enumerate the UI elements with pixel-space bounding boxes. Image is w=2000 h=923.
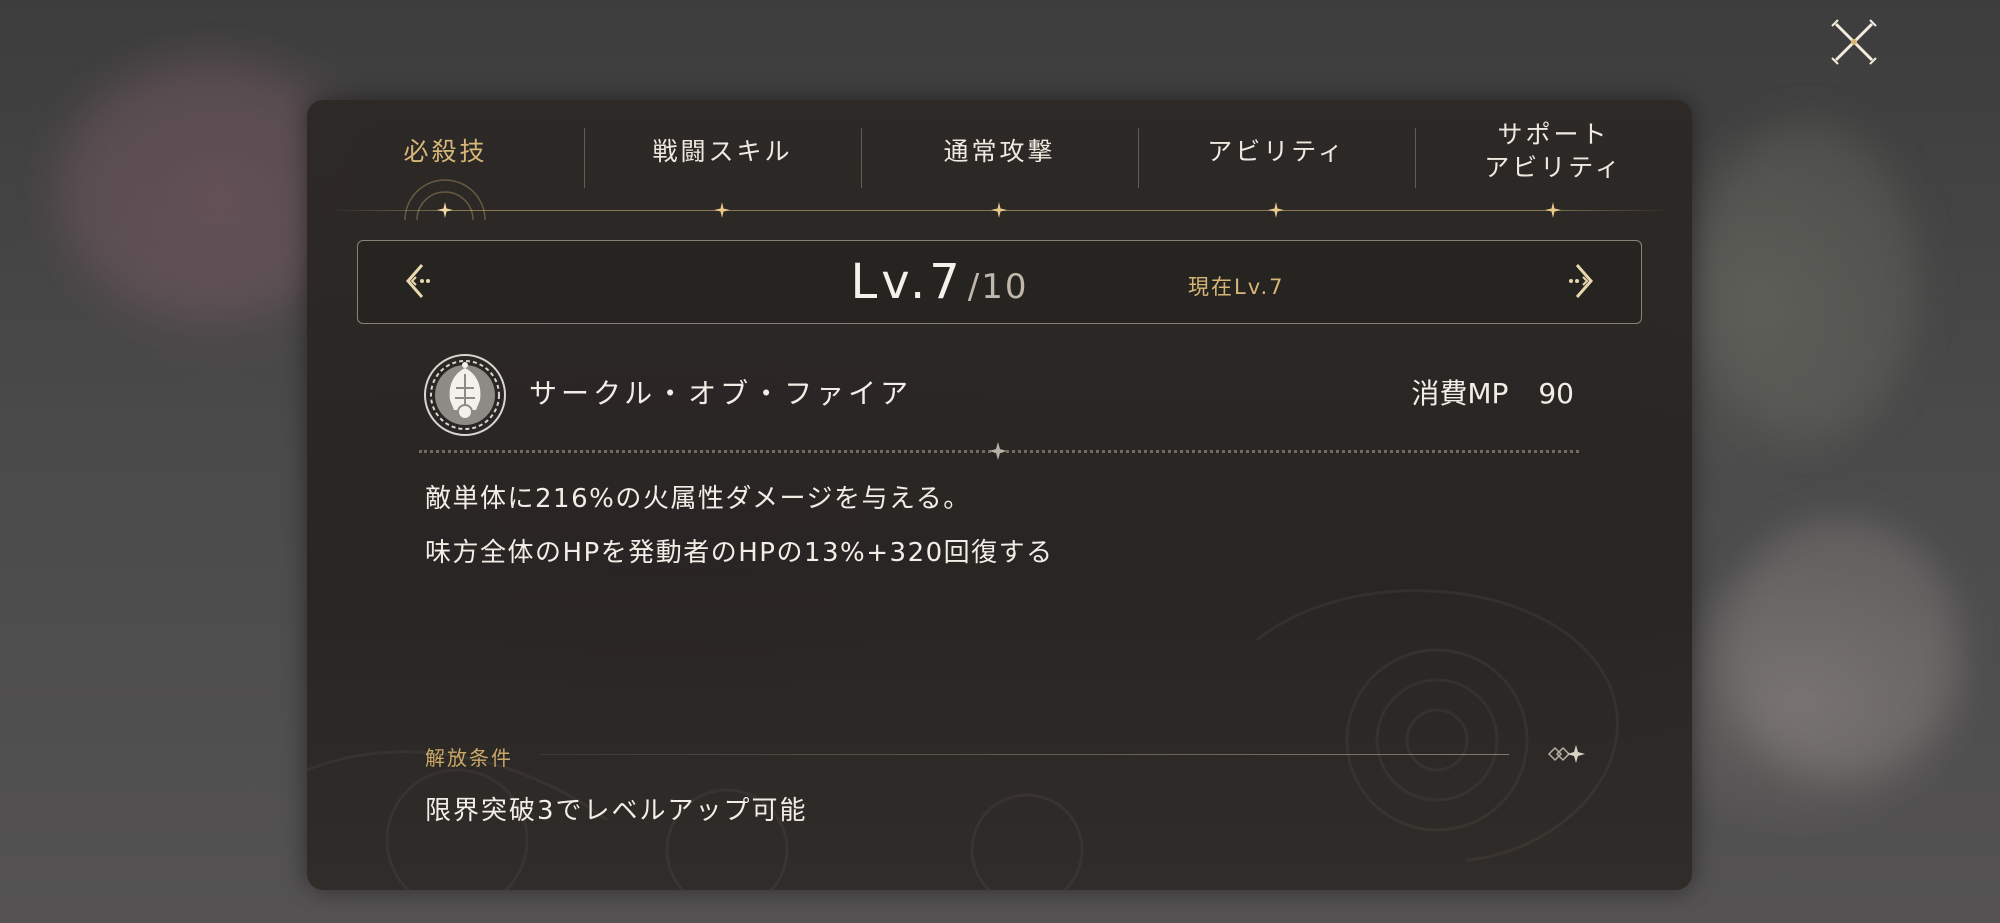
tab-label: サポート アビリティ [1484, 120, 1623, 182]
diamond-ornament-icon [989, 442, 1007, 460]
unlock-condition-text: 限界突破3でレベルアップ可能 [425, 796, 808, 826]
sparkle-icon [437, 202, 453, 218]
sparkle-icon [991, 202, 1007, 218]
skill-detail-panel: 必殺技 戦闘スキル 通常攻撃 アビリティ サポート アビリティ Lv.7 /10… [307, 100, 1692, 890]
unlock-divider [539, 754, 1509, 755]
current-level-label: 現在Lv.7 [1188, 275, 1285, 299]
sparkle-icon [1545, 202, 1561, 218]
chevron-right-icon [1569, 264, 1593, 298]
close-x-icon [1831, 19, 1877, 65]
level-selector: Lv.7 /10 現在Lv.7 [357, 240, 1642, 324]
sparkle-icon [714, 202, 730, 218]
skill-name: サークル・オブ・ファイア [529, 377, 913, 410]
mp-cost-label: 消費MP [1411, 377, 1509, 410]
tab-support-ability[interactable]: サポート アビリティ [1415, 100, 1692, 218]
close-button[interactable] [1828, 16, 1880, 68]
current-level: Lv.7 [850, 254, 964, 310]
skill-emblem-icon [422, 352, 508, 438]
tab-label: 必殺技 [403, 136, 488, 166]
tab-ability[interactable]: アビリティ [1138, 100, 1415, 218]
skill-description-line-2: 味方全体のHPを発動者のHPの13%+320回復する [425, 538, 1054, 568]
tab-label: 通常攻撃 [943, 136, 1056, 166]
sparkle-ornament-icon [1547, 745, 1585, 763]
paisley-ornament [307, 589, 1619, 890]
skill-tabs: 必殺技 戦闘スキル 通常攻撃 アビリティ サポート アビリティ [307, 100, 1692, 221]
mp-cost: 消費MP 90 [1411, 372, 1574, 412]
level-next-button[interactable] [1561, 261, 1601, 301]
tab-label: 戦闘スキル [652, 136, 793, 166]
mp-cost-value: 90 [1538, 377, 1574, 410]
sparkle-icon [1268, 202, 1284, 218]
tab-label: アビリティ [1207, 136, 1346, 166]
level-display: Lv.7 /10 [358, 241, 1641, 323]
tab-combat-skill[interactable]: 戦闘スキル [584, 100, 861, 218]
tab-normal-attack[interactable]: 通常攻撃 [861, 100, 1138, 218]
max-level: /10 [967, 267, 1029, 307]
skill-description-line-1: 敵単体に216%の火属性ダメージを与える。 [425, 484, 971, 514]
unlock-condition-label: 解放条件 [425, 746, 513, 770]
tab-ultimate[interactable]: 必殺技 [307, 100, 584, 218]
